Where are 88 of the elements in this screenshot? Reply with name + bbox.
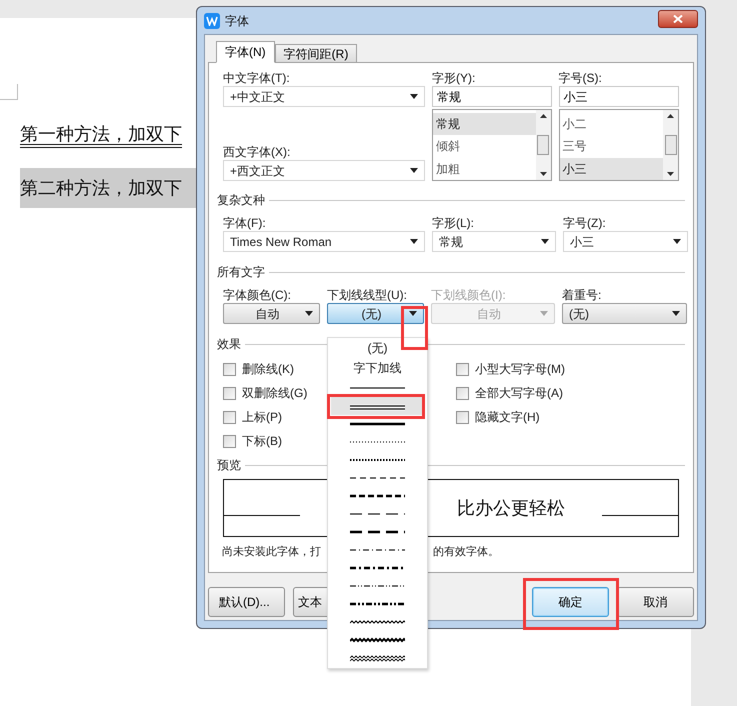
tab[interactable]: 字符间距(R) (274, 44, 358, 63)
caret-icon (410, 168, 418, 173)
checkbox-label: 删除线(K) (242, 361, 294, 378)
scrollbar[interactable] (536, 110, 551, 180)
dropdown-button[interactable]: (无) (327, 303, 424, 324)
caret-icon (673, 239, 681, 244)
scroll-down-icon[interactable] (667, 172, 674, 176)
note-text: 尚未安装此字体，打 (222, 544, 321, 560)
field-label: 中文字体(T): (223, 70, 291, 86)
tab[interactable]: 字体(N) (216, 41, 275, 63)
menu-item[interactable]: (无) (331, 339, 424, 357)
caret-icon (541, 239, 549, 244)
checkbox[interactable] (223, 410, 236, 424)
line-style-icon (350, 618, 405, 626)
style-field[interactable]: 常规 (432, 86, 552, 107)
list-item[interactable]: 常规 (433, 113, 536, 136)
list-item[interactable]: 小二 (560, 113, 663, 136)
margin-corner-mark (0, 84, 18, 100)
preview-text: 比办公更轻松 (457, 496, 565, 520)
scroll-up-icon[interactable] (667, 114, 674, 118)
menu-item[interactable]: 字下加线 (331, 357, 424, 379)
dialog-button[interactable]: 取消 (617, 587, 694, 617)
field-value: 小三 (570, 234, 594, 250)
field-label: 下划线线型(U): (327, 287, 408, 303)
caret-icon (305, 311, 313, 316)
document-line: 第一种方法，加双下 (20, 123, 183, 146)
checkbox[interactable] (223, 386, 236, 400)
caret-icon (410, 239, 418, 244)
close-button[interactable] (658, 10, 698, 28)
section-title: 预览 (217, 457, 241, 474)
field-label: 西文字体(X): (223, 144, 292, 160)
scrollbar[interactable] (663, 110, 678, 180)
size-field[interactable]: 小三 (558, 86, 679, 107)
section-title: 复杂文种 (217, 192, 265, 209)
caret-icon (672, 311, 680, 316)
field-value: 常规 (439, 234, 463, 250)
close-icon (673, 14, 683, 22)
app-logo-icon (204, 12, 220, 28)
scroll-down-icon[interactable] (540, 172, 547, 176)
checkbox[interactable] (456, 410, 469, 424)
dropdown-field[interactable]: +西文正文 (223, 160, 425, 181)
checkbox-label: 下标(B) (242, 433, 282, 450)
field-label: 字体颜色(C): (223, 287, 292, 303)
scroll-up-icon[interactable] (540, 114, 547, 118)
window-title: 字体 (225, 12, 249, 30)
scroll-thumb[interactable] (664, 135, 676, 155)
field-label: 字形(Y): (432, 70, 476, 86)
checkbox-label: 隐藏文字(H) (475, 409, 540, 426)
caret-icon (540, 311, 548, 316)
checkbox[interactable] (223, 362, 236, 376)
field-value: +中文正文 (230, 88, 286, 106)
scroll-thumb[interactable] (537, 135, 550, 155)
menu-item[interactable] (331, 397, 424, 415)
checkbox-label: 上标(P) (242, 409, 282, 426)
checkbox[interactable] (223, 434, 236, 448)
checkbox-label: 小型大写字母(M) (475, 361, 565, 378)
line-style-icon (350, 654, 405, 662)
dropdown-field[interactable]: Times New Roman (223, 231, 425, 252)
dialog-button[interactable]: 确定 (532, 587, 609, 617)
section-title: 所有文字 (217, 264, 265, 281)
field-label: 字号(Z): (563, 215, 607, 231)
checkbox-label: 全部大写字母(A) (475, 385, 563, 402)
caret-icon (410, 94, 418, 99)
field-label: 字号(S): (558, 70, 603, 86)
field-value: +西文正文 (230, 162, 286, 180)
checkbox[interactable] (456, 362, 469, 376)
dialog-button[interactable]: 默认(D)... (208, 587, 285, 617)
checkbox-label: 双删除线(G) (242, 385, 308, 402)
field-label: 着重号: (562, 287, 602, 303)
dropdown-button[interactable]: 自动 (223, 303, 320, 324)
field-value: Times New Roman (230, 234, 332, 250)
list-item[interactable]: 倾斜 (433, 135, 536, 158)
dropdown-field[interactable]: 小三 (563, 231, 688, 252)
list-item[interactable]: 小三 (560, 158, 663, 180)
checkbox[interactable] (456, 386, 469, 400)
list-item[interactable]: 三号 (560, 135, 663, 158)
dropdown-button[interactable]: (无) (562, 303, 687, 324)
field-label: 下划线颜色(I): (431, 287, 507, 303)
highlight-frame (401, 306, 428, 350)
dropdown-field[interactable]: +中文正文 (223, 86, 425, 107)
field-label: 字体(F): (223, 215, 267, 231)
field-label: 字形(L): (432, 215, 475, 231)
line-style-icon (350, 636, 405, 644)
list-item[interactable]: 加粗 (433, 158, 536, 180)
caret-icon (409, 311, 417, 316)
dropdown-field[interactable]: 常规 (432, 231, 556, 252)
section-title: 效果 (217, 336, 241, 353)
note-text: 的有效字体。 (433, 544, 499, 560)
